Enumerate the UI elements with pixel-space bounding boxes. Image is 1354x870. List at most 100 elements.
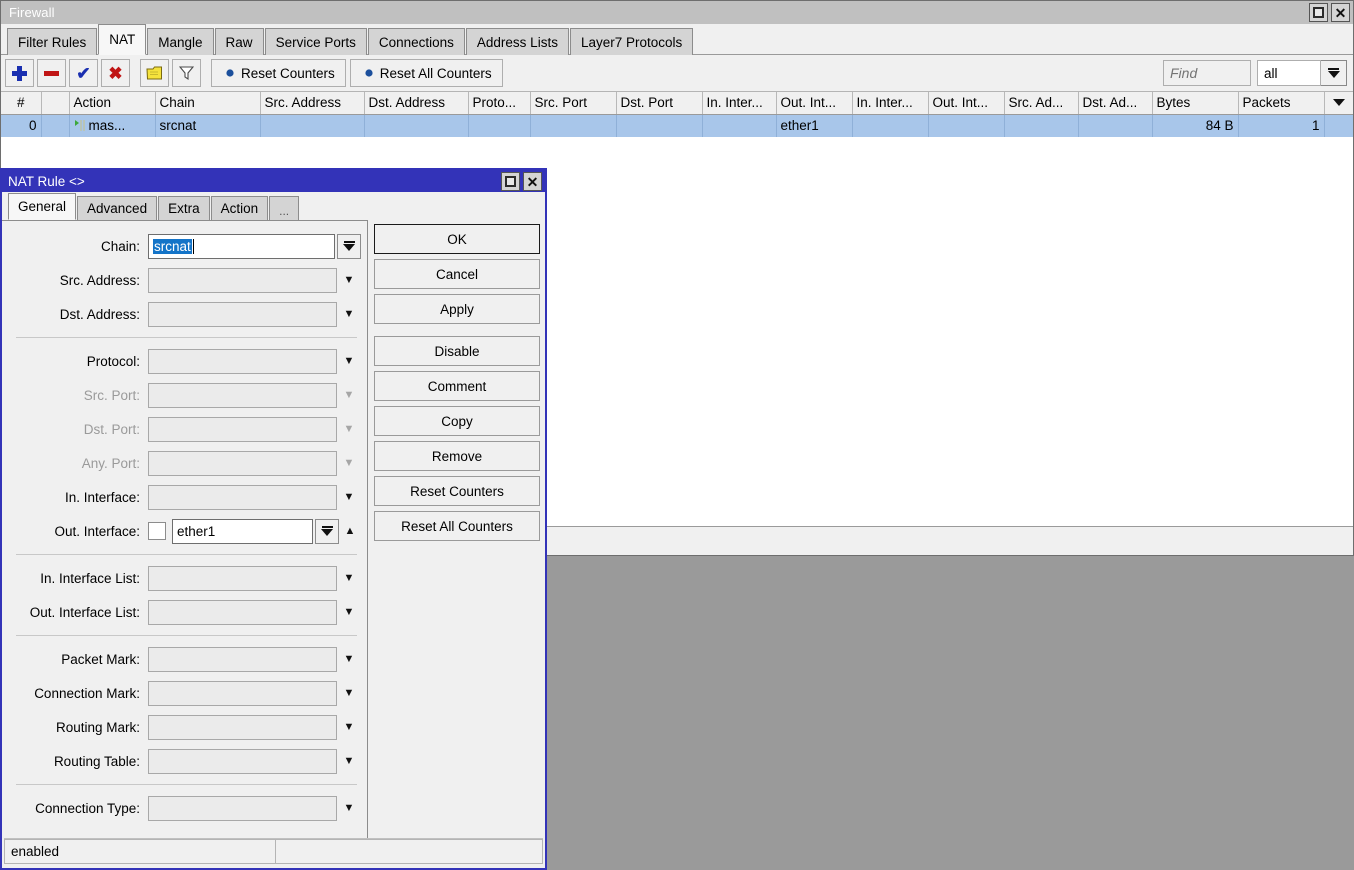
reset-all-counters-button[interactable]: Reset All Counters [374, 511, 540, 541]
add-rule-button[interactable] [5, 59, 34, 87]
tab-service-ports[interactable]: Service Ports [265, 28, 367, 55]
reset-all-counters-button[interactable]: Reset All Counters [350, 59, 503, 87]
dialog-tab-action[interactable]: Action [211, 196, 269, 220]
reset-counters-button[interactable]: Reset Counters [211, 59, 346, 87]
col-in-interface-list[interactable]: In. Inter... [852, 92, 928, 114]
field-row-in-interface: In. Interface: ▼ [2, 480, 367, 514]
dialog-window-controls: ✕ [501, 172, 542, 191]
tab-connections[interactable]: Connections [368, 28, 465, 55]
connection-mark-dropdown-arrow[interactable]: ▼ [337, 682, 361, 704]
col-dst-port[interactable]: Dst. Port [616, 92, 702, 114]
out-interface-list-input[interactable] [148, 600, 337, 625]
in-interface-list-dropdown-arrow[interactable]: ▼ [337, 567, 361, 589]
connection-mark-label: Connection Mark: [2, 686, 148, 701]
disable-button[interactable]: Disable [374, 336, 540, 366]
dialog-tab-advanced[interactable]: Advanced [77, 196, 157, 220]
table-row[interactable]: 0 mas... srcnat [1, 114, 1353, 137]
copy-button[interactable]: Copy [374, 406, 540, 436]
connection-type-input[interactable] [148, 796, 337, 821]
col-src-address[interactable]: Src. Address [260, 92, 364, 114]
field-row-src-address: Src. Address: ▼ [2, 263, 367, 297]
col-protocol[interactable]: Proto... [468, 92, 530, 114]
filter-button[interactable] [172, 59, 201, 87]
col-bytes[interactable]: Bytes [1152, 92, 1238, 114]
chain-dropdown-button[interactable] [337, 234, 361, 259]
protocol-dropdown-arrow[interactable]: ▼ [337, 350, 361, 372]
reset-counters-button[interactable]: Reset Counters [374, 476, 540, 506]
comment-button[interactable] [140, 59, 169, 87]
dialog-tab-extra[interactable]: Extra [158, 196, 210, 220]
close-button[interactable]: ✕ [1331, 3, 1350, 22]
tab-filter-rules[interactable]: Filter Rules [7, 28, 97, 55]
cell-out-interface: ether1 [776, 114, 852, 137]
col-chain[interactable]: Chain [155, 92, 260, 114]
toolbar: ✔ ✖ Reset Counters Re [1, 55, 1353, 92]
col-index[interactable]: # [1, 92, 41, 114]
filter-dropdown-arrow[interactable] [1321, 60, 1347, 86]
maximize-button[interactable] [1309, 3, 1328, 22]
src-port-input [148, 383, 337, 408]
ok-button[interactable]: OK [374, 224, 540, 254]
window-controls: ✕ [1309, 3, 1350, 22]
filter-dropdown[interactable]: all [1257, 60, 1321, 86]
routing-table-dropdown-arrow[interactable]: ▼ [337, 750, 361, 772]
tab-mangle[interactable]: Mangle [147, 28, 213, 55]
col-src-address-list[interactable]: Src. Ad... [1004, 92, 1078, 114]
chain-input[interactable]: srcnat [148, 234, 335, 259]
tab-layer7-protocols[interactable]: Layer7 Protocols [570, 28, 693, 55]
out-interface-input[interactable]: ether1 [172, 519, 313, 544]
tab-address-lists[interactable]: Address Lists [466, 28, 569, 55]
comment-button[interactable]: Comment [374, 371, 540, 401]
dialog-main: Chain: srcnat Src. Address: ▼ Dst. Addre… [2, 220, 545, 838]
in-interface-dropdown-arrow[interactable]: ▼ [337, 486, 361, 508]
cell-out-interface-list [928, 114, 1004, 137]
col-src-port[interactable]: Src. Port [530, 92, 616, 114]
dst-address-input[interactable] [148, 302, 337, 327]
packet-mark-input[interactable] [148, 647, 337, 672]
col-packets[interactable]: Packets [1238, 92, 1324, 114]
in-interface-list-input[interactable] [148, 566, 337, 591]
col-flags[interactable] [41, 92, 69, 114]
col-action[interactable]: Action [69, 92, 155, 114]
dialog-tab-general[interactable]: General [8, 193, 76, 220]
connection-mark-input[interactable] [148, 681, 337, 706]
out-interface-negate-checkbox[interactable] [148, 522, 166, 540]
in-interface-input[interactable] [148, 485, 337, 510]
col-out-interface-list[interactable]: Out. Int... [928, 92, 1004, 114]
col-out-interface[interactable]: Out. Int... [776, 92, 852, 114]
maximize-icon [1313, 7, 1324, 18]
connection-type-dropdown-arrow[interactable]: ▼ [337, 797, 361, 819]
out-interface-collapse-arrow[interactable]: ▲ [339, 520, 361, 542]
routing-table-input[interactable] [148, 749, 337, 774]
tab-raw[interactable]: Raw [215, 28, 264, 55]
col-dst-address[interactable]: Dst. Address [364, 92, 468, 114]
src-address-input[interactable] [148, 268, 337, 293]
col-menu[interactable] [1324, 92, 1353, 114]
protocol-input[interactable] [148, 349, 337, 374]
maximize-icon [505, 176, 516, 187]
remove-button[interactable]: Remove [374, 441, 540, 471]
remove-rule-button[interactable] [37, 59, 66, 87]
check-icon: ✔ [76, 65, 90, 82]
dst-address-dropdown-arrow[interactable]: ▼ [337, 303, 361, 325]
out-interface-list-dropdown-arrow[interactable]: ▼ [337, 601, 361, 623]
out-interface-dropdown-button[interactable] [315, 519, 339, 544]
routing-mark-label: Routing Mark: [2, 720, 148, 735]
dialog-maximize-button[interactable] [501, 172, 520, 191]
col-in-interface[interactable]: In. Inter... [702, 92, 776, 114]
enable-rule-button[interactable]: ✔ [69, 59, 98, 87]
apply-button[interactable]: Apply [374, 294, 540, 324]
cell-src-address [260, 114, 364, 137]
dst-port-dropdown-arrow: ▼ [337, 418, 361, 440]
routing-mark-dropdown-arrow[interactable]: ▼ [337, 716, 361, 738]
packet-mark-dropdown-arrow[interactable]: ▼ [337, 648, 361, 670]
col-dst-address-list[interactable]: Dst. Ad... [1078, 92, 1152, 114]
search-input[interactable] [1163, 60, 1251, 86]
dialog-close-button[interactable]: ✕ [523, 172, 542, 191]
routing-mark-input[interactable] [148, 715, 337, 740]
tab-nat[interactable]: NAT [98, 24, 146, 55]
disable-rule-button[interactable]: ✖ [101, 59, 130, 87]
cancel-button[interactable]: Cancel [374, 259, 540, 289]
src-address-dropdown-arrow[interactable]: ▼ [337, 269, 361, 291]
dialog-tab-more[interactable]: ... [269, 196, 299, 220]
